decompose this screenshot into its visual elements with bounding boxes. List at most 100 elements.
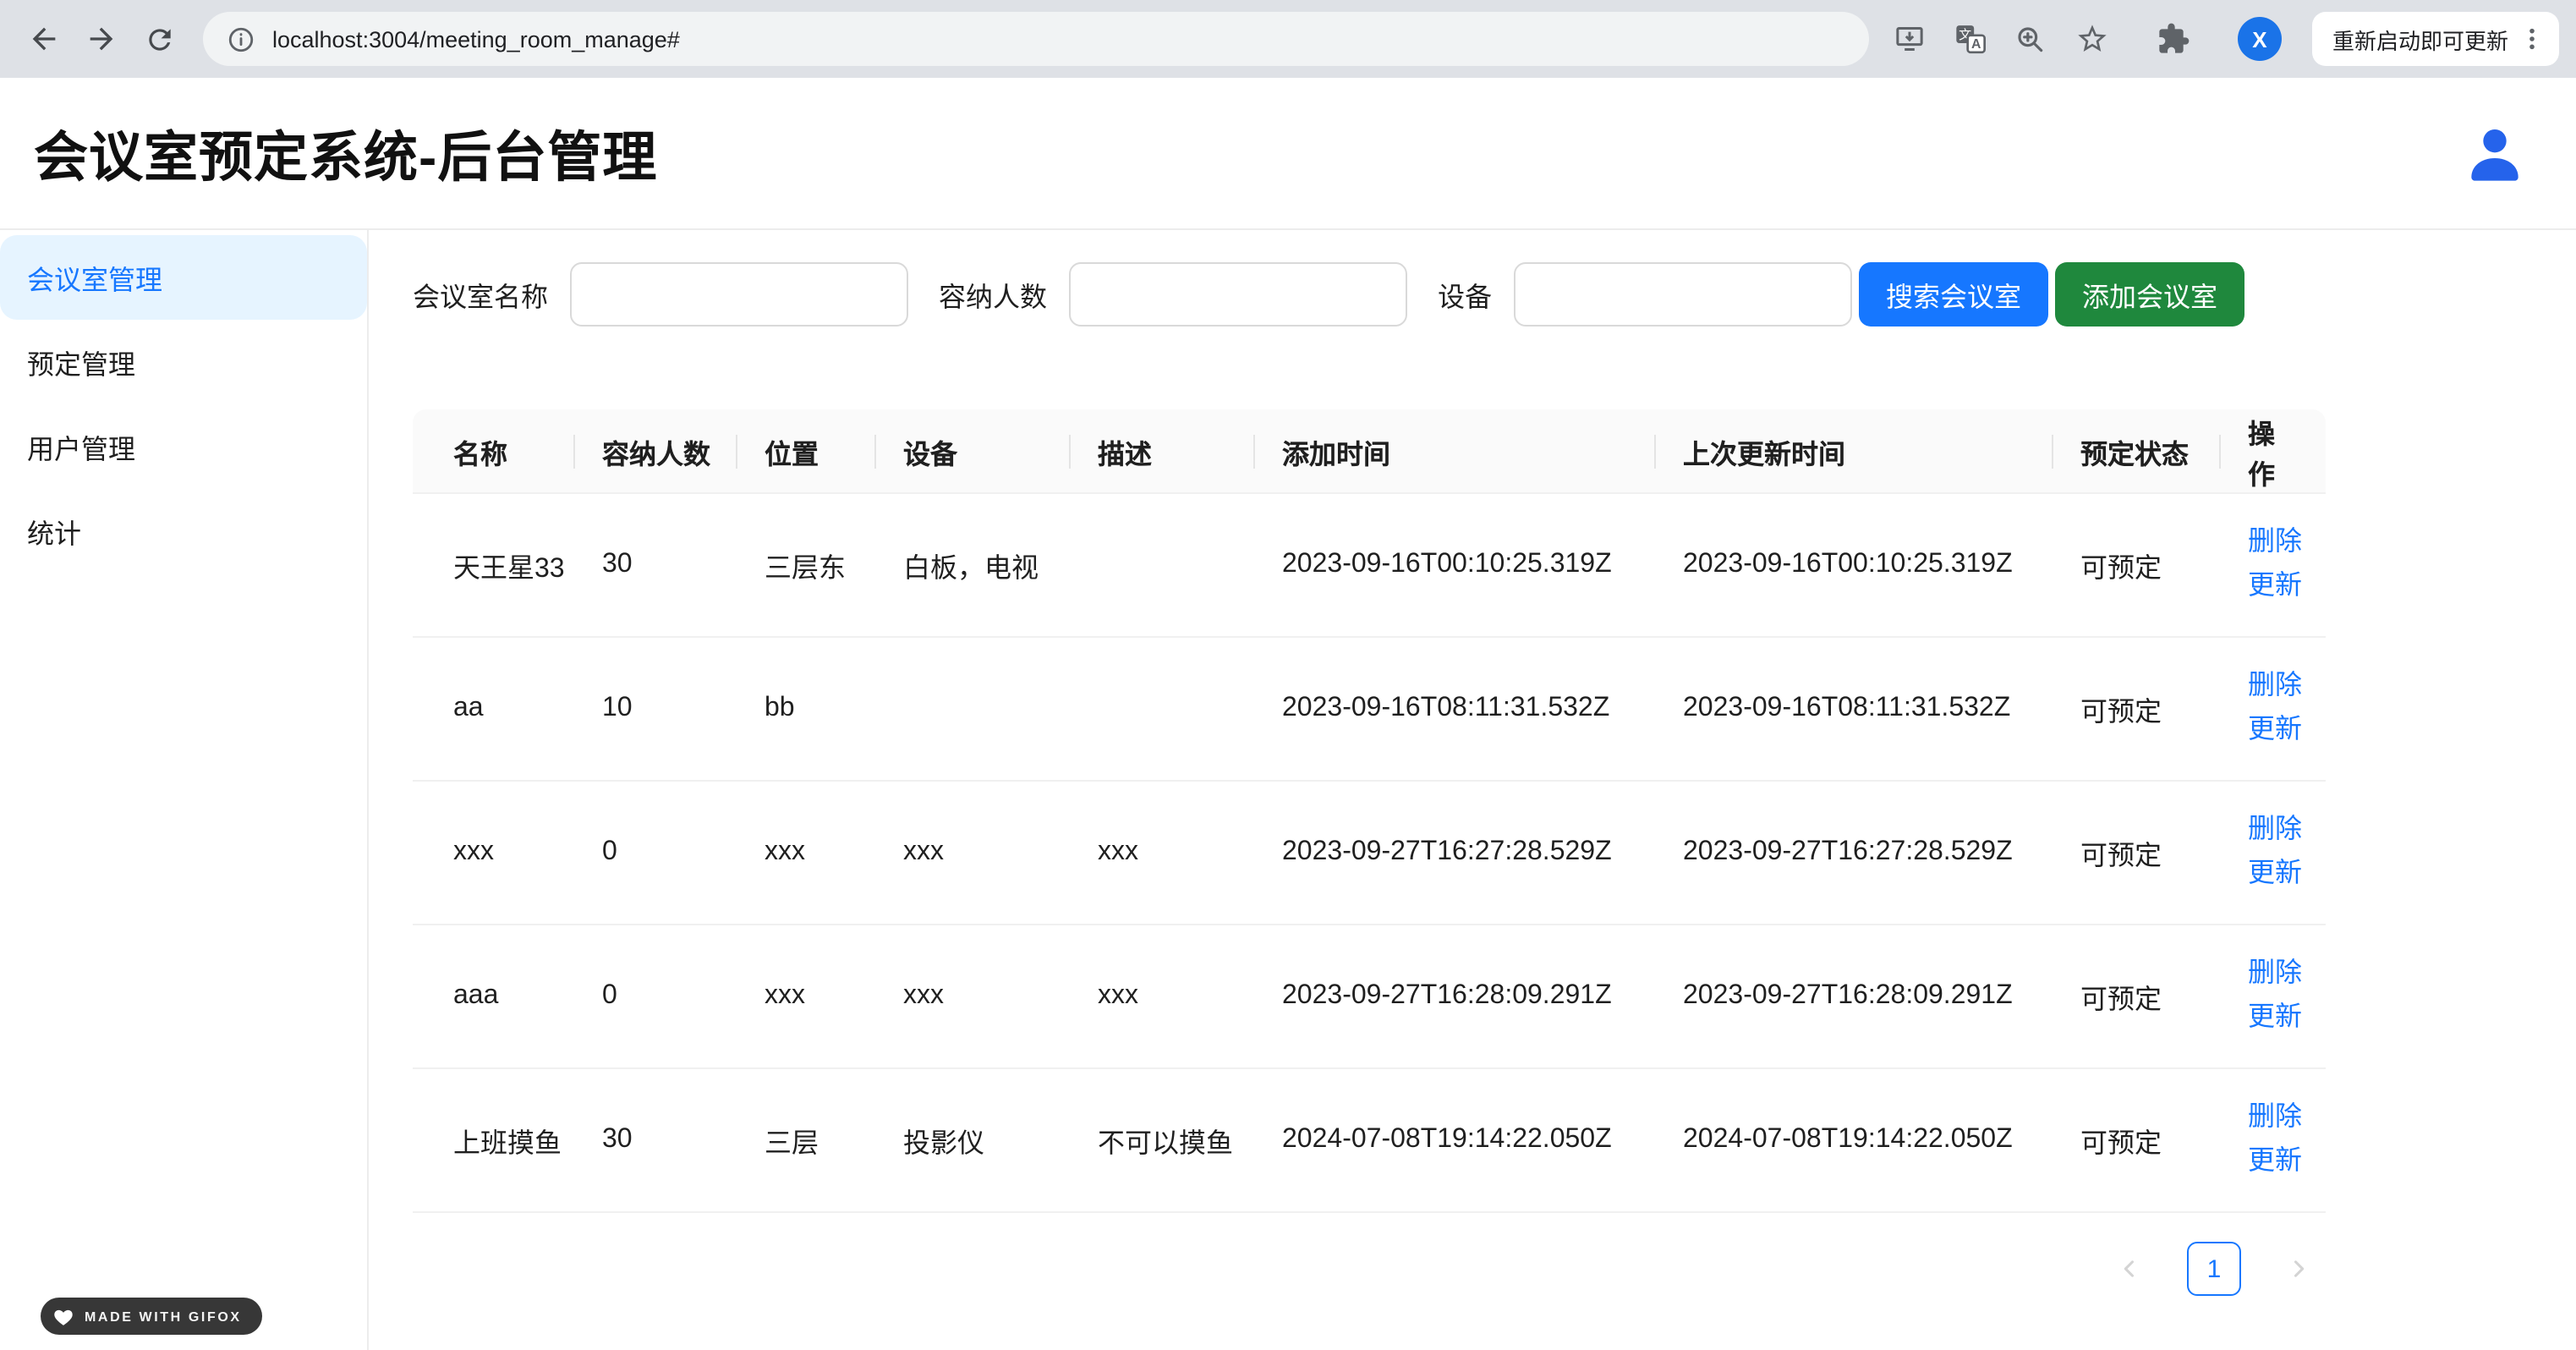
- column-header-status: 预定状态: [2053, 409, 2221, 494]
- column-header-description: 描述: [1071, 409, 1255, 494]
- column-header-created: 添加时间: [1255, 409, 1656, 494]
- bookmark-button[interactable]: [2069, 15, 2116, 63]
- delete-link[interactable]: 删除: [2248, 809, 2299, 853]
- column-header-capacity: 容纳人数: [575, 409, 737, 494]
- browser-update-chip[interactable]: 重新启动即可更新: [2312, 12, 2559, 66]
- sidebar-item-bookings[interactable]: 预定管理: [0, 320, 367, 404]
- main-content: 会议室名称 容纳人数 设备 搜索会议室 添加会议室: [369, 230, 2576, 1350]
- address-bar[interactable]: localhost:3004/meeting_room_manage#: [203, 12, 1869, 66]
- update-link[interactable]: 更新: [2248, 996, 2299, 1040]
- table-row: aaa 0 xxx xxx xxx 2023-09-27T16:28:09.29…: [413, 925, 2326, 1069]
- update-link[interactable]: 更新: [2248, 709, 2299, 753]
- cell-actions: 删除 更新: [2221, 925, 2326, 1069]
- cell-status: 可预定: [2053, 925, 2221, 1069]
- cell-status: 可预定: [2053, 494, 2221, 638]
- gifox-badge[interactable]: MADE WITH GIFOX: [41, 1298, 262, 1335]
- browser-back-button[interactable]: [17, 12, 71, 66]
- next-page-button[interactable]: [2272, 1242, 2326, 1296]
- sidebar-item-statistics[interactable]: 统计: [0, 489, 367, 573]
- update-link[interactable]: 更新: [2248, 1140, 2299, 1184]
- capacity-input[interactable]: [1069, 262, 1407, 327]
- page-body: 会议室管理 预定管理 用户管理 统计 会议室名称 容纳人数: [0, 230, 2576, 1350]
- cell-name: aa: [413, 638, 575, 782]
- cell-description: 不可以摸鱼: [1071, 1069, 1255, 1213]
- sidebar-item-users[interactable]: 用户管理: [0, 404, 367, 489]
- browser-forward-button[interactable]: [74, 12, 129, 66]
- cell-name: 上班摸鱼: [413, 1069, 575, 1213]
- column-header-location: 位置: [737, 409, 876, 494]
- capacity-field: 容纳人数: [939, 262, 1407, 327]
- capacity-label: 容纳人数: [939, 274, 1047, 315]
- browser-reload-button[interactable]: [132, 12, 186, 66]
- cell-capacity: 10: [575, 638, 737, 782]
- cell-description: [1071, 494, 1255, 638]
- cell-actions: 删除 更新: [2221, 638, 2326, 782]
- translate-button[interactable]: 文 A: [1947, 15, 1994, 63]
- browser-toolbar: localhost:3004/meeting_room_manage# 文 A: [0, 0, 2576, 78]
- cell-updated: 2023-09-16T00:10:25.319Z: [1656, 494, 2053, 638]
- sidebar: 会议室管理 预定管理 用户管理 统计: [0, 230, 369, 1350]
- gifox-badge-text: MADE WITH GIFOX: [85, 1309, 242, 1324]
- cell-description: xxx: [1071, 925, 1255, 1069]
- update-link[interactable]: 更新: [2248, 853, 2299, 897]
- profile-avatar[interactable]: X: [2238, 17, 2282, 61]
- prev-page-button[interactable]: [2102, 1242, 2157, 1296]
- page-title: 会议室预定系统-后台管理: [34, 114, 657, 192]
- zoom-icon: [2015, 23, 2047, 55]
- install-app-icon: [1893, 22, 1927, 56]
- add-room-button[interactable]: 添加会议室: [2055, 262, 2244, 327]
- cell-updated: 2024-07-08T19:14:22.050Z: [1656, 1069, 2053, 1213]
- room-name-input[interactable]: [570, 262, 908, 327]
- delete-link[interactable]: 删除: [2248, 1096, 2299, 1140]
- column-header-updated: 上次更新时间: [1656, 409, 2053, 494]
- extensions-puzzle-icon: [2157, 22, 2190, 56]
- table-row: aa 10 bb 2023-09-16T08:11:31.532Z 2023-0…: [413, 638, 2326, 782]
- sidebar-item-label: 会议室管理: [27, 257, 162, 298]
- cell-created: 2023-09-16T08:11:31.532Z: [1255, 638, 1656, 782]
- zoom-button[interactable]: [2008, 15, 2055, 63]
- column-header-name: 名称: [413, 409, 575, 494]
- cell-description: xxx: [1071, 782, 1255, 925]
- cell-location: xxx: [737, 925, 876, 1069]
- equipment-field: 设备: [1438, 262, 1852, 327]
- site-info-icon[interactable]: [227, 25, 255, 53]
- page-1-button[interactable]: 1: [2187, 1242, 2241, 1296]
- install-app-button[interactable]: [1886, 15, 1933, 63]
- update-link[interactable]: 更新: [2248, 565, 2299, 609]
- kebab-menu-icon: [2518, 25, 2546, 52]
- cell-status: 可预定: [2053, 638, 2221, 782]
- cell-name: xxx: [413, 782, 575, 925]
- cell-location: xxx: [737, 782, 876, 925]
- cell-capacity: 0: [575, 782, 737, 925]
- browser-menu-button[interactable]: [2518, 25, 2546, 52]
- delete-link[interactable]: 删除: [2248, 665, 2299, 709]
- back-arrow-icon: [27, 22, 61, 56]
- form-buttons: 搜索会议室 添加会议室: [1859, 262, 2244, 327]
- cell-location: 三层东: [737, 494, 876, 638]
- delete-link[interactable]: 删除: [2248, 521, 2299, 565]
- sidebar-item-meeting-rooms[interactable]: 会议室管理: [0, 235, 367, 320]
- cell-updated: 2023-09-27T16:28:09.291Z: [1656, 925, 2053, 1069]
- column-header-equipment: 设备: [876, 409, 1071, 494]
- pagination: 1: [413, 1242, 2326, 1296]
- user-icon: [2461, 119, 2529, 187]
- user-profile-button[interactable]: [2461, 119, 2529, 187]
- search-rooms-button[interactable]: 搜索会议室: [1859, 262, 2048, 327]
- extensions-button[interactable]: [2150, 15, 2197, 63]
- cell-capacity: 0: [575, 925, 737, 1069]
- cell-equipment: 投影仪: [876, 1069, 1071, 1213]
- table-row: xxx 0 xxx xxx xxx 2023-09-27T16:27:28.52…: [413, 782, 2326, 925]
- cell-equipment: xxx: [876, 782, 1071, 925]
- table-row: 天王星33 30 三层东 白板，电视 2023-09-16T00:10:25.3…: [413, 494, 2326, 638]
- delete-link[interactable]: 删除: [2248, 952, 2299, 996]
- url-text: localhost:3004/meeting_room_manage#: [272, 26, 680, 52]
- table-header-row: 名称 容纳人数 位置 设备 描述 添加时间 上次更新时间 预定状态 操作: [413, 409, 2326, 494]
- chevron-right-icon: [2287, 1257, 2310, 1281]
- cell-status: 可预定: [2053, 782, 2221, 925]
- cell-name: 天王星33: [413, 494, 575, 638]
- cell-equipment: [876, 638, 1071, 782]
- room-name-label: 会议室名称: [413, 274, 548, 315]
- cell-equipment: xxx: [876, 925, 1071, 1069]
- equipment-input[interactable]: [1514, 262, 1852, 327]
- bookmark-star-icon: [2075, 22, 2109, 56]
